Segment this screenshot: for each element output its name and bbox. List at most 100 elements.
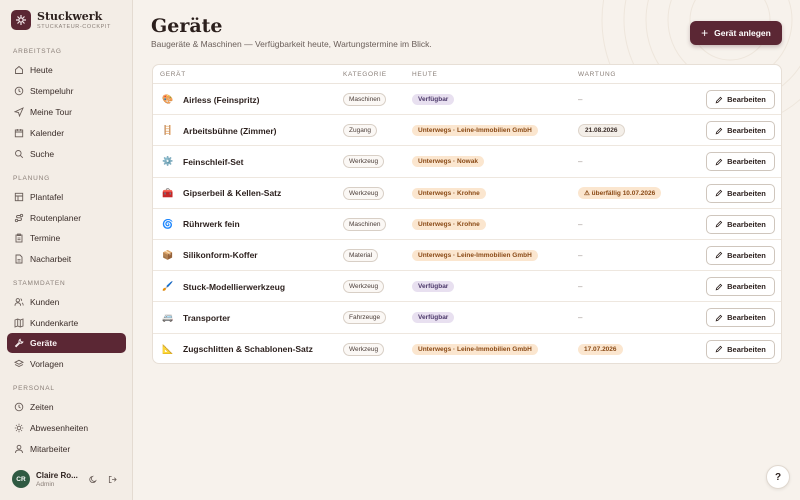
table-row: 📦 Silikonform-Koffer Material Unterwegs · L… — [153, 240, 781, 272]
sidebar-item-label: Kalender — [30, 128, 65, 138]
maintenance-empty: – — [578, 157, 583, 167]
sidebar-item-plantafel[interactable]: Plantafel — [7, 187, 126, 207]
category-badge: Maschinen — [343, 93, 387, 106]
user-name: Claire Ro... — [36, 470, 78, 480]
route-icon — [14, 213, 24, 223]
sidebar-item-label: Termine — [30, 233, 61, 243]
edit-button[interactable]: Bearbeiten — [706, 121, 775, 141]
table-row: 🎨 Airless (Feinspritz) Maschinen Verfügbar –… — [153, 84, 781, 116]
table-row: 🧰 Gipserbeil & Kellen-Satz Werkzeug Unterwe… — [153, 178, 781, 209]
calendar-icon — [14, 128, 24, 138]
status-badge: Verfügbar — [412, 312, 455, 324]
sun-icon — [14, 423, 24, 433]
table-row: 🌀 Rührwerk fein Maschinen Unterwegs · Krohn… — [153, 209, 781, 240]
table-row: 🖌️ Stuck-Modellierwerkzeug Werkzeug Verfügb… — [153, 271, 781, 303]
category-badge: Material — [343, 248, 379, 262]
edit-button[interactable]: Bearbeiten — [706, 339, 775, 359]
column-header-today: HEUTE — [412, 71, 438, 78]
sidebar-item-heute[interactable]: Heute — [7, 60, 126, 80]
logout-icon[interactable] — [106, 473, 118, 485]
status-badge: Unterwegs · Leine-Immobilien GmbH — [412, 249, 538, 261]
search-icon — [14, 149, 24, 159]
sidebar-item-kundenkarte[interactable]: Kundenkarte — [7, 313, 126, 333]
edit-label: Bearbeiten — [727, 126, 766, 136]
maintenance-badge: 21.08.2026 — [578, 124, 625, 138]
status-badge: Unterwegs · Leine-Immobilien GmbH — [412, 125, 538, 137]
category-badge: Werkzeug — [343, 342, 385, 356]
sidebar-item-meine-tour[interactable]: Meine Tour — [7, 102, 126, 122]
device-name: Rührwerk fein — [183, 219, 240, 230]
maintenance-empty: – — [578, 250, 583, 260]
edit-label: Bearbeiten — [727, 157, 766, 167]
edit-button[interactable]: Bearbeiten — [706, 214, 775, 234]
table-row: 🪜 Arbeitsbühne (Zimmer) Zugang Unterwegs · … — [153, 115, 781, 147]
maintenance-empty: – — [578, 282, 583, 292]
maintenance-badge: 17.07.2026 — [578, 343, 623, 355]
brand-logo-icon — [11, 10, 31, 30]
page-title: Geräte — [151, 15, 223, 37]
help-button[interactable]: ? — [766, 465, 790, 489]
status-badge: Unterwegs · Nowak — [412, 156, 484, 168]
layers-icon — [14, 359, 24, 369]
device-name: Airless (Feinspritz) — [183, 94, 260, 105]
brand-subtitle: STUCKATEUR-COCKPIT — [37, 23, 111, 30]
pencil-icon — [715, 96, 723, 104]
device-name: Zugschlitten & Schablonen-Satz — [183, 344, 313, 354]
edit-button[interactable]: Bearbeiten — [706, 183, 775, 203]
sidebar-item-kunden[interactable]: Kunden — [7, 292, 126, 312]
device-icon: 📐 — [162, 343, 174, 354]
status-badge: Verfügbar — [412, 281, 455, 293]
pencil-icon — [715, 314, 723, 322]
main-content: Geräte Baugeräte & Maschinen — Verfügbar… — [134, 0, 800, 500]
edit-button[interactable]: Bearbeiten — [706, 245, 775, 265]
brand[interactable]: Stuckwerk STUCKATEUR-COCKPIT — [11, 10, 111, 30]
edit-label: Bearbeiten — [727, 282, 766, 292]
device-name: Silikonform-Koffer — [183, 250, 258, 261]
sidebar-item-routenplaner[interactable]: Routenplaner — [7, 208, 126, 228]
page-subtitle: Baugeräte & Maschinen — Verfügbarkeit he… — [151, 39, 432, 49]
sidebar-item-suche[interactable]: Suche — [7, 144, 126, 164]
create-device-button[interactable]: + Gerät anlegen — [690, 21, 782, 45]
sidebar-item-mitarbeiter[interactable]: Mitarbeiter — [7, 439, 126, 459]
edit-button[interactable]: Bearbeiten — [706, 152, 775, 172]
category-badge: Werkzeug — [343, 280, 385, 294]
user-role: Admin — [36, 480, 55, 488]
user-profile[interactable]: CR Claire Ro... Admin — [12, 470, 127, 488]
moon-icon[interactable] — [87, 473, 99, 485]
edit-button[interactable]: Bearbeiten — [706, 90, 775, 109]
device-icon: 📦 — [162, 249, 174, 260]
sidebar-item-zeiten[interactable]: Zeiten — [7, 397, 126, 417]
sidebar-item-label: Mitarbeiter — [30, 444, 71, 454]
status-badge: Unterwegs · Leine-Immobilien GmbH — [412, 343, 538, 355]
edit-button[interactable]: Bearbeiten — [706, 308, 775, 328]
device-name: Arbeitsbühne (Zimmer) — [183, 125, 277, 136]
device-name: Gipserbeil & Kellen-Satz — [183, 188, 282, 199]
device-icon: 🪜 — [162, 125, 174, 136]
edit-label: Bearbeiten — [727, 188, 766, 198]
sidebar-item-abwesenheiten[interactable]: Abwesenheiten — [7, 418, 126, 438]
column-header-category: KATEGORIE — [343, 71, 387, 78]
sidebar-item-nacharbeit[interactable]: Nacharbeit — [7, 249, 126, 269]
sidebar-item-vorlagen[interactable]: Vorlagen — [7, 354, 126, 374]
pencil-icon — [715, 345, 723, 353]
edit-button[interactable]: Bearbeiten — [706, 277, 775, 297]
column-header-maintenance: WARTUNG — [578, 71, 617, 78]
sidebar: Stuckwerk STUCKATEUR-COCKPIT ARBEITSTAG … — [0, 0, 133, 500]
column-header-device: GERÄT — [160, 71, 186, 78]
sidebar-item-label: Stempeluhr — [30, 86, 74, 96]
status-badge: Unterwegs · Krohne — [412, 218, 486, 230]
status-badge: Verfügbar — [412, 94, 455, 105]
clipboard-icon — [14, 233, 24, 243]
file-icon — [14, 254, 24, 264]
category-badge: Fahrzeuge — [343, 311, 387, 325]
edit-label: Bearbeiten — [727, 219, 766, 229]
sidebar-item-termine[interactable]: Termine — [7, 228, 126, 248]
wrench-icon — [14, 338, 24, 348]
sidebar-item-stempeluhr[interactable]: Stempeluhr — [7, 81, 126, 101]
table-header: GERÄT KATEGORIE HEUTE WARTUNG — [153, 65, 781, 84]
section-title-personal: PERSONAL — [13, 385, 55, 392]
sidebar-item-label: Zeiten — [30, 402, 54, 412]
sidebar-item-geraete[interactable]: Geräte — [7, 333, 126, 353]
sidebar-item-kalender[interactable]: Kalender — [7, 123, 126, 143]
category-badge: Werkzeug — [343, 155, 385, 169]
